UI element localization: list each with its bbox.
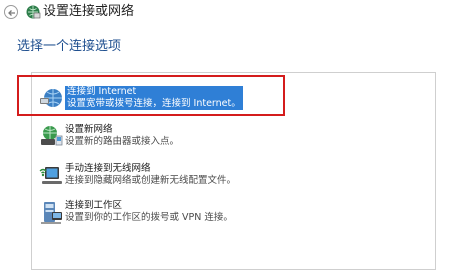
option-connect-workplace[interactable]: 连接到工作区 设置到你的工作区的拨号或 VPN 连接。: [32, 198, 435, 232]
option-text: 连接到工作区 设置到你的工作区的拨号或 VPN 连接。: [65, 200, 233, 224]
back-arrow-icon: [8, 10, 15, 16]
option-description: 设置到你的工作区的拨号或 VPN 连接。: [65, 212, 233, 223]
option-description: 设置新的路由器或接入点。: [65, 136, 180, 147]
network-window-icon: [26, 5, 41, 19]
wireless-computer-icon: [39, 167, 62, 184]
option-title: 设置新网络: [65, 124, 113, 135]
highlight-frame: [17, 75, 285, 116]
back-button[interactable]: [4, 5, 18, 19]
option-setup-new-network[interactable]: 设置新网络 设置新的路由器或接入点。: [32, 122, 435, 156]
option-text: 手动连接到无线网络 连接到隐藏网络或创建新无线配置文件。: [65, 163, 236, 187]
option-description: 连接到隐藏网络或创建新无线配置文件。: [65, 175, 237, 186]
option-title: 连接到工作区: [65, 200, 123, 211]
title-bar: 设置连接或网络: [0, 0, 450, 26]
window-title: 设置连接或网络: [43, 4, 135, 19]
option-text: 设置新网络 设置新的路由器或接入点。: [65, 124, 179, 148]
option-manual-wireless[interactable]: 手动连接到无线网络 连接到隐藏网络或创建新无线配置文件。: [32, 161, 435, 195]
option-title: 手动连接到无线网络: [65, 163, 151, 174]
router-network-icon: [41, 126, 63, 146]
workplace-computer-icon: [41, 202, 62, 224]
instruction-heading: 选择一个连接选项: [17, 39, 122, 54]
